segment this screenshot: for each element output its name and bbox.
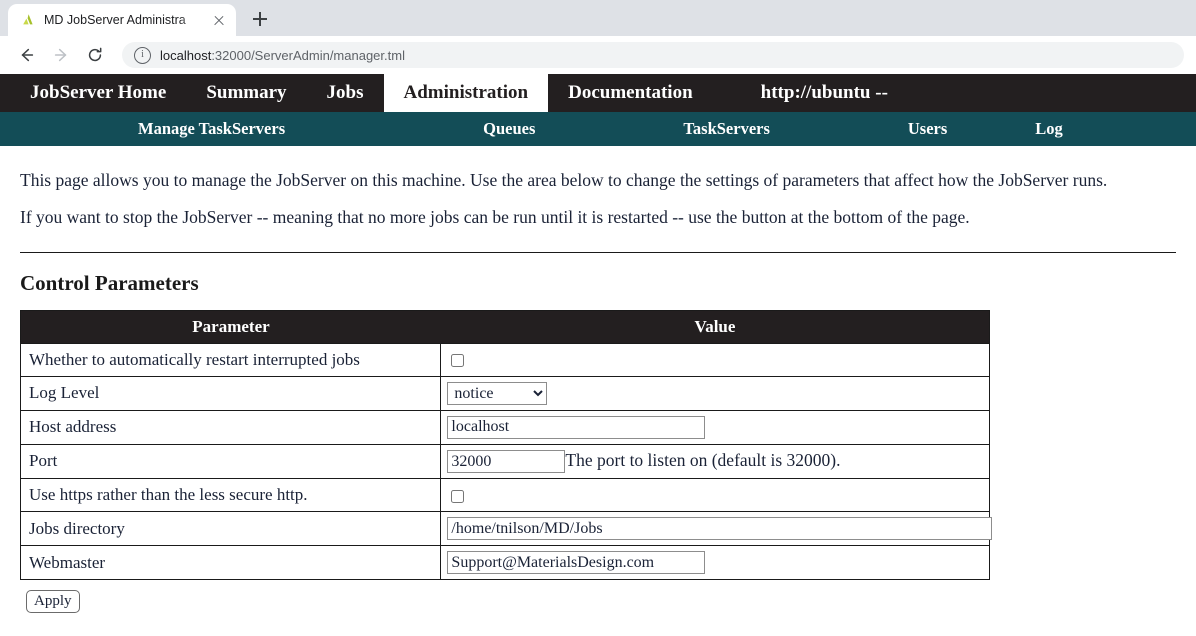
column-header-value: Value [440, 310, 990, 344]
url-host: localhost [160, 47, 212, 63]
section-divider [20, 251, 1176, 253]
param-value-use-https [440, 478, 990, 513]
nav-item-administration[interactable]: Administration [383, 74, 549, 112]
tab-strip: MD JobServer Administra [0, 0, 1196, 36]
browser-tab[interactable]: MD JobServer Administra [8, 4, 236, 36]
page-body: JobServer Home Summary Jobs Administrati… [0, 74, 1196, 613]
param-value-port: The port to listen on (default is 32000)… [440, 443, 990, 480]
close-icon[interactable] [210, 11, 228, 29]
page-title: Control Parameters [20, 270, 199, 295]
table-row: Jobs directory [19, 511, 993, 547]
nav-item-summary[interactable]: Summary [186, 74, 306, 112]
intro-paragraph-1: This page allows you to manage the JobSe… [20, 170, 1108, 190]
subnav-item-users[interactable]: Users [908, 119, 947, 139]
table-row: Whether to automatically restart interru… [19, 342, 990, 377]
table-row: Port The port to listen on (default is 3… [19, 443, 990, 480]
nav-item-documentation[interactable]: Documentation [548, 74, 713, 112]
address-bar[interactable]: i localhost:32000/ServerAdmin/manager.tm… [122, 42, 1184, 68]
apply-button[interactable]: Apply [26, 590, 80, 613]
port-input[interactable] [447, 450, 566, 474]
intro-paragraph-2: If you want to stop the JobServer -- mea… [20, 207, 970, 228]
secondary-navigation: Manage TaskServers Queues TaskServers Us… [0, 112, 1196, 146]
table-row: Webmaster [19, 545, 990, 581]
url-text: localhost:32000/ServerAdmin/manager.tml [160, 48, 405, 63]
param-value-host-address [440, 409, 990, 445]
info-circle-icon[interactable]: i [134, 46, 151, 64]
param-label-use-https: Use https rather than the less secure ht… [19, 478, 442, 513]
table-row: Host address [19, 409, 990, 445]
nav-item-host-url[interactable]: http://ubuntu -- [713, 74, 908, 112]
table-row: Log Level notice [19, 375, 990, 411]
browser-chrome: MD JobServer Administra i localhost:3200… [0, 0, 1196, 74]
browser-toolbar: i localhost:32000/ServerAdmin/manager.tm… [0, 36, 1196, 74]
param-label-restart-jobs: Whether to automatically restart interru… [19, 342, 442, 377]
restart-jobs-checkbox[interactable] [451, 354, 465, 368]
param-label-port: Port [19, 443, 442, 480]
subnav-item-log[interactable]: Log [1035, 119, 1063, 139]
new-tab-button[interactable] [246, 5, 274, 33]
port-note: The port to listen on (default is 32000)… [565, 449, 841, 470]
param-value-webmaster [440, 545, 990, 581]
control-parameters-table: Parameter Value Whether to automatically… [19, 309, 993, 581]
table-header-row: Parameter Value [20, 310, 990, 344]
param-value-restart-jobs [440, 342, 990, 377]
param-label-webmaster: Webmaster [19, 545, 442, 581]
tab-title: MD JobServer Administra [44, 13, 186, 27]
param-label-log-level: Log Level [19, 375, 442, 411]
column-header-parameter: Parameter [20, 310, 441, 344]
subnav-item-queues[interactable]: Queues [483, 119, 535, 139]
param-label-jobs-directory: Jobs directory [19, 511, 442, 547]
nav-item-jobserver-home[interactable]: JobServer Home [10, 74, 186, 112]
webmaster-input[interactable] [447, 551, 706, 575]
forward-arrow-icon [46, 40, 76, 70]
param-label-host-address: Host address [19, 409, 442, 445]
url-path: :32000/ServerAdmin/manager.tml [211, 47, 405, 63]
nav-item-jobs[interactable]: Jobs [307, 74, 384, 112]
log-level-select[interactable]: notice [447, 381, 548, 405]
primary-navigation: JobServer Home Summary Jobs Administrati… [0, 74, 1196, 112]
leaf-logo-icon [20, 12, 36, 28]
host-address-input[interactable] [447, 415, 706, 439]
use-https-checkbox[interactable] [451, 489, 465, 503]
param-value-log-level: notice [440, 375, 990, 411]
main-content: This page allows you to manage the JobSe… [0, 146, 1196, 613]
back-arrow-icon[interactable] [12, 40, 42, 70]
table-row: Use https rather than the less secure ht… [19, 478, 990, 513]
jobs-directory-input[interactable] [447, 517, 993, 541]
subnav-item-manage-taskservers[interactable]: Manage TaskServers [138, 119, 285, 139]
param-value-jobs-directory [440, 511, 993, 547]
reload-icon[interactable] [80, 40, 110, 70]
subnav-item-taskservers[interactable]: TaskServers [683, 119, 769, 139]
